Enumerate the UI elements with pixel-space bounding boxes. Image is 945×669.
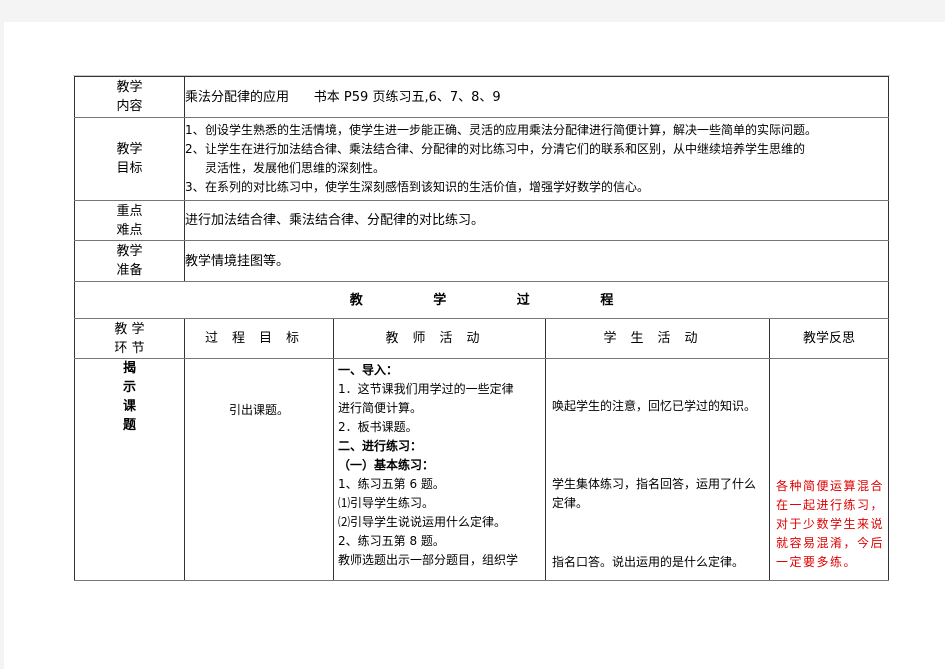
preparation-value: 教学情境挂图等。 bbox=[183, 240, 890, 282]
stage-char: 揭 bbox=[122, 361, 136, 376]
label-line: 准备 bbox=[116, 263, 143, 278]
header-stage: 教 学 环 节 bbox=[74, 318, 185, 359]
title-char: 学 bbox=[433, 292, 447, 308]
teacher-line: 2、练习五第 8 题。 bbox=[338, 534, 445, 548]
student-entry: 唤起学生的注意，回忆已学过的知识。 bbox=[552, 399, 757, 413]
stage-char: 课 bbox=[122, 399, 136, 414]
header-line: 教 学 bbox=[114, 321, 145, 337]
goal-number: 2、 bbox=[185, 142, 205, 156]
stage-char: 题 bbox=[122, 418, 136, 433]
label-line: 教学 bbox=[116, 244, 143, 259]
teacher-line: 1．这节课我们用学过的一些定律 bbox=[338, 382, 514, 396]
goal-number: 1、 bbox=[185, 123, 205, 137]
lesson-plan-table: 教学 内容 乘法分配律的应用 书本 P59 页练习五,6、7、8、9 教学 目标… bbox=[73, 76, 890, 581]
goal-text: 创设学生熟悉的生活情境，使学生进一步能正确、灵活的应用乘法分配律进行简便计算，解… bbox=[205, 123, 818, 137]
stage-char: 示 bbox=[122, 380, 136, 395]
content-label: 教学 内容 bbox=[74, 76, 185, 118]
goal-item: 2、 让学生在进行加法结合律、乘法结合律、分配律的对比练习中，分清它们的联系和区… bbox=[185, 140, 888, 178]
goal-item: 1、 创设学生熟悉的生活情境，使学生进一步能正确、灵活的应用乘法分配律进行简便计… bbox=[185, 121, 888, 140]
preparation-text: 教学情境挂图等。 bbox=[185, 253, 290, 269]
teacher-activity-cell: 一、导入： 1．这节课我们用学过的一些定律 进行简便计算。 2．板书课题。 二、… bbox=[333, 358, 546, 581]
label-line: 教学 bbox=[116, 80, 143, 95]
teacher-line: （一）基本练习： bbox=[338, 458, 435, 472]
title-char: 教 bbox=[349, 292, 363, 308]
title-char: 程 bbox=[600, 292, 614, 308]
teacher-line: 教师选题出示一部分题目，组织学 bbox=[338, 553, 519, 567]
goal-line: 灵活性，发展他们思维的深刻性。 bbox=[205, 161, 386, 175]
teacher-line: 一、导入： bbox=[338, 363, 399, 377]
reflection-text: 各种简便运算混合在一起进行练习，对于少数学生来说就容易混淆，今后一定要多练。 bbox=[776, 479, 885, 569]
label-line: 目标 bbox=[116, 161, 143, 176]
header-text: 教师活动 bbox=[385, 331, 494, 346]
header-student: 学生活动 bbox=[545, 318, 770, 359]
key-points-row: 重点 难点 进行加法结合律、乘法结合律、分配律的对比练习。 bbox=[74, 200, 890, 241]
label-line: 重点 bbox=[116, 203, 143, 219]
goal-item: 3、 在系列的对比练习中，使学生深刻感悟到该知识的生活价值，增强学好数学的信心。 bbox=[185, 178, 888, 197]
header-reflection: 教学反思 bbox=[768, 318, 890, 359]
key-points-value: 进行加法结合律、乘法结合律、分配律的对比练习。 bbox=[183, 200, 890, 241]
teacher-line: ⑵引导学生说说运用什么定律。 bbox=[338, 515, 507, 529]
goals-label: 教学 目标 bbox=[74, 117, 185, 201]
stage-cell: 揭 示 课 题 bbox=[74, 358, 185, 581]
label-line: 内容 bbox=[116, 99, 143, 114]
goal-line: 让学生在进行加法结合律、乘法结合律、分配律的对比练习中，分清它们的联系和区别，从… bbox=[205, 142, 806, 156]
process-goal-cell: 引出课题。 bbox=[184, 358, 334, 581]
header-text: 过程目标 bbox=[204, 331, 313, 346]
reflection-cell: 各种简便运算混合在一起进行练习，对于少数学生来说就容易混淆，今后一定要多练。 bbox=[768, 358, 890, 581]
process-title-row: 教 学 过 程 bbox=[73, 281, 890, 319]
teacher-line: ⑴引导学生练习。 bbox=[338, 496, 435, 510]
teacher-line: 1、练习五第 6 题。 bbox=[338, 477, 445, 491]
key-points-text: 进行加法结合律、乘法结合律、分配律的对比练习。 bbox=[185, 213, 485, 228]
content-value: 乘法分配律的应用 书本 P59 页练习五,6、7、8、9 bbox=[183, 76, 890, 118]
header-text: 教学反思 bbox=[803, 331, 856, 346]
label-line: 难点 bbox=[116, 222, 143, 238]
teacher-line: 二、进行练习： bbox=[338, 439, 423, 453]
goals-list: 1、 创设学生熟悉的生活情境，使学生进一步能正确、灵活的应用乘法分配律进行简便计… bbox=[183, 117, 890, 201]
content-row: 教学 内容 乘法分配律的应用 书本 P59 页练习五,6、7、8、9 bbox=[74, 76, 890, 118]
label-line: 教学 bbox=[116, 142, 143, 157]
goal-text: 在系列的对比练习中，使学生深刻感悟到该知识的生活价值，增强学好数学的信心。 bbox=[205, 180, 650, 194]
teacher-line: 2．板书课题。 bbox=[338, 420, 418, 434]
preparation-row: 教学 准备 教学情境挂图等。 bbox=[74, 240, 890, 282]
header-text: 学生活动 bbox=[603, 331, 712, 346]
process-title: 教 学 过 程 bbox=[73, 281, 890, 319]
goal-number: 3、 bbox=[185, 180, 205, 194]
preparation-label: 教学 准备 bbox=[74, 240, 185, 282]
student-entry: 学生集体练习，指名回答，运用了什么定律。 bbox=[552, 477, 757, 510]
key-points-label: 重点 难点 bbox=[74, 200, 185, 241]
process-goal-text: 引出课题。 bbox=[228, 403, 289, 417]
process-body-row: 揭 示 课 题 引出课题。 一、导入： 1．这节课我们用学过的一些定律 进行简便… bbox=[74, 358, 890, 581]
goal-text: 让学生在进行加法结合律、乘法结合律、分配律的对比练习中，分清它们的联系和区别，从… bbox=[205, 140, 805, 178]
student-entry: 指名口答。说出运用的是什么定律。 bbox=[552, 555, 745, 569]
header-teacher: 教师活动 bbox=[333, 318, 546, 359]
goals-row: 教学 目标 1、 创设学生熟悉的生活情境，使学生进一步能正确、灵活的应用乘法分配… bbox=[74, 117, 890, 201]
header-line: 环 节 bbox=[114, 340, 145, 356]
title-char: 过 bbox=[516, 292, 530, 308]
student-activity-cell: 唤起学生的注意，回忆已学过的知识。 学生集体练习，指名回答，运用了什么定律。 指… bbox=[545, 358, 770, 581]
process-header-row: 教 学 环 节 过程目标 教师活动 学生活动 教学反思 bbox=[74, 318, 890, 359]
header-goal: 过程目标 bbox=[184, 318, 334, 359]
teacher-line: 进行简便计算。 bbox=[338, 401, 423, 415]
content-text: 乘法分配律的应用 书本 P59 页练习五,6、7、8、9 bbox=[185, 89, 501, 105]
